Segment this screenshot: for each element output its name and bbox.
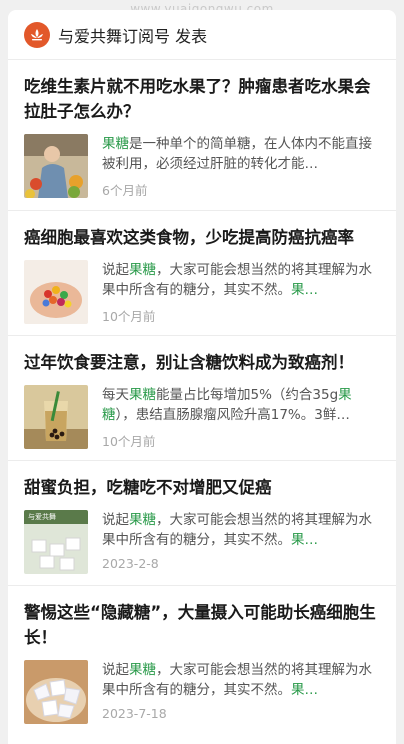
sugar-cubes-image: 与爱共舞 — [24, 510, 88, 574]
article-date: 2023-7-18 — [102, 706, 167, 721]
candy-hands-image — [24, 260, 88, 324]
article-title: 警惕这些“隐藏糖”，大量摄入可能助长癌细胞生长！ — [24, 603, 376, 647]
keyword-highlight: 果糖 — [129, 512, 156, 528]
rock-sugar-image — [24, 660, 88, 724]
article-date: 10个月前 — [102, 309, 156, 324]
keyword-highlight: 果糖 — [129, 387, 156, 403]
snippet-text: 说起 — [102, 662, 129, 678]
article-title: 吃维生素片就不用吃水果了？肿瘤患者吃水果会拉肚子怎么办？ — [24, 77, 371, 121]
article-snippet: 果糖是一种单个的简单糖，在人体内不能直接被利用，必须经过肝脏的转化才能… — [102, 134, 380, 174]
lotus-logo-icon — [24, 21, 50, 48]
snippet-text: 是一种单个的简单糖，在人体内不能直接被利用，必须经过肝脏的转化才能… — [102, 136, 372, 172]
article-item[interactable]: 警惕这些“隐藏糖”，大量摄入可能助长癌细胞生长！ 说起果糖，大家可能会想当然的将… — [8, 585, 396, 744]
article-list-card: 与爱共舞订阅号 发表 吃维生素片就不用吃水果了？肿瘤患者吃水果会拉肚子怎么办？ … — [8, 10, 396, 744]
fruit-market-image — [24, 134, 88, 198]
snippet-text: 说起 — [102, 262, 129, 278]
tea-drink-image — [24, 385, 88, 449]
snippet-text: 能量占比每增加5%（约合35g — [156, 387, 339, 403]
article-item[interactable]: 过年饮食要注意，别让含糖饮料成为致癌剂！ 每天果糖能量占比每增加5%（约合35g… — [8, 335, 396, 460]
article-title: 癌细胞最喜欢这类食物，少吃提高防癌抗癌率 — [24, 228, 354, 247]
article-item[interactable]: 吃维生素片就不用吃水果了？肿瘤患者吃水果会拉肚子怎么办？ 果糖是一种单个的简单糖… — [8, 60, 396, 210]
keyword-highlight: 果糖 — [129, 662, 156, 678]
article-snippet: 说起果糖，大家可能会想当然的将其理解为水果中所含有的糖分，其实不然。果… — [102, 510, 380, 550]
snippet-text: 说起 — [102, 512, 129, 528]
keyword-highlight: 果… — [291, 682, 318, 698]
article-snippet: 说起果糖，大家可能会想当然的将其理解为水果中所含有的糖分，其实不然。果… — [102, 660, 380, 700]
article-title: 甜蜜负担，吃糖吃不对增肥又促癌 — [24, 478, 272, 497]
article-date: 2023-2-8 — [102, 556, 159, 571]
article-item[interactable]: 癌细胞最喜欢这类食物，少吃提高防癌抗癌率 说起果糖，大家可能会想当然的将其理解为… — [8, 210, 396, 335]
account-title: 与爱共舞订阅号 发表 — [58, 26, 208, 46]
keyword-highlight: 果… — [291, 282, 318, 298]
article-date: 6个月前 — [102, 183, 148, 198]
article-item[interactable]: 甜蜜负担，吃糖吃不对增肥又促癌 与爱共舞 说起果糖，大家可能会想当然的将其理解为… — [8, 460, 396, 585]
thumb-caption: 与爱共舞 — [28, 513, 56, 521]
article-date: 10个月前 — [102, 434, 156, 449]
keyword-highlight: 果… — [291, 532, 318, 548]
article-snippet: 说起果糖，大家可能会想当然的将其理解为水果中所含有的糖分，其实不然。果… — [102, 260, 380, 300]
keyword-highlight: 果糖 — [129, 262, 156, 278]
article-title: 过年饮食要注意，别让含糖饮料成为致癌剂！ — [24, 353, 354, 372]
article-snippet: 每天果糖能量占比每增加5%（约合35g果糖），患结直肠腺瘤风险升高17%。3鲜… — [102, 385, 380, 425]
account-header[interactable]: 与爱共舞订阅号 发表 — [8, 10, 396, 60]
snippet-text: ），患结直肠腺瘤风险升高17%。3鲜… — [115, 407, 350, 423]
snippet-text: 每天 — [102, 387, 129, 403]
keyword-highlight: 果糖 — [102, 136, 129, 152]
